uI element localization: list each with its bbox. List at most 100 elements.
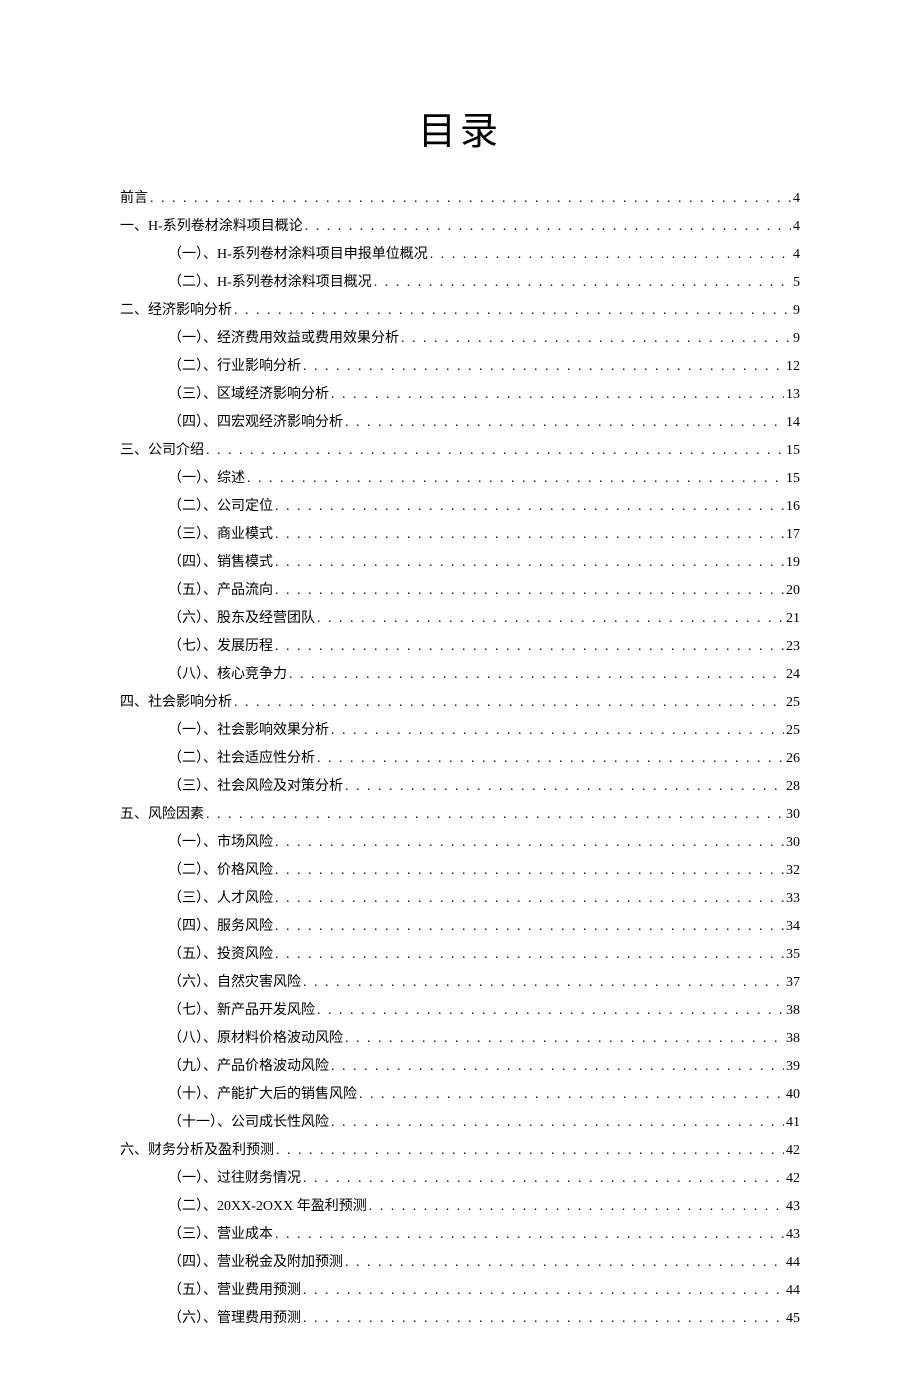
toc-entry-label: （五）、产品流向 xyxy=(168,577,273,605)
toc-entry: （二）、社会适应性分析26 xyxy=(120,745,800,773)
toc-dot-leader xyxy=(247,465,784,493)
toc-dot-leader xyxy=(345,773,784,801)
toc-dot-leader xyxy=(275,885,784,913)
toc-entry-page: 5 xyxy=(793,269,800,297)
toc-title: 目录 xyxy=(120,100,800,155)
toc-entry-page: 44 xyxy=(786,1249,800,1277)
toc-entry: （一）、市场风险30 xyxy=(120,829,800,857)
toc-entry-label: 二、经济影响分析 xyxy=(120,297,232,325)
toc-dot-leader xyxy=(150,185,791,213)
toc-dot-leader xyxy=(317,745,784,773)
toc-entry: （二）、20XX-2OXX 年盈利预测43 xyxy=(120,1193,800,1221)
toc-dot-leader xyxy=(206,437,784,465)
toc-entry: （九）、产品价格波动风险39 xyxy=(120,1053,800,1081)
toc-entry-label: （十一）、公司成长性风险 xyxy=(168,1109,329,1137)
toc-entry-label: 前言 xyxy=(120,185,148,213)
toc-entry: （五）、产品流向 20 xyxy=(120,577,800,605)
toc-entry-label: （八）、核心竞争力 xyxy=(168,661,287,689)
toc-entry-page: 25 xyxy=(786,717,800,745)
toc-entry-label: 三、公司介绍 xyxy=(120,437,204,465)
toc-entry-page: 42 xyxy=(786,1137,800,1165)
toc-entry-page: 4 xyxy=(793,185,800,213)
toc-dot-leader xyxy=(305,213,791,241)
toc-dot-leader xyxy=(234,297,791,325)
toc-dot-leader xyxy=(289,661,784,689)
toc-entry-label: （一）、社会影响效果分析 xyxy=(168,717,329,745)
toc-entry: （八）、核心竞争力24 xyxy=(120,661,800,689)
toc-entry-page: 34 xyxy=(786,913,800,941)
toc-entry-label: （一）、市场风险 xyxy=(168,829,273,857)
toc-entry-page: 43 xyxy=(786,1221,800,1249)
toc-entry-label: （二）、20XX-2OXX 年盈利预测 xyxy=(168,1193,367,1221)
toc-entry-page: 30 xyxy=(786,801,800,829)
toc-dot-leader xyxy=(275,913,784,941)
toc-dot-leader xyxy=(275,493,784,521)
toc-dot-leader xyxy=(275,857,784,885)
toc-dot-leader xyxy=(275,941,784,969)
toc-entry-label: （十）、产能扩大后的销售风险 xyxy=(168,1081,357,1109)
toc-entry-label: （六）、股东及经营团队 xyxy=(168,605,315,633)
toc-entry: 三、公司介绍 15 xyxy=(120,437,800,465)
toc-dot-leader xyxy=(275,1221,784,1249)
toc-entry: （三）、人才风险 33 xyxy=(120,885,800,913)
toc-entry-label: 五、风险因素 xyxy=(120,801,204,829)
toc-entry-page: 25 xyxy=(786,689,800,717)
toc-entry-label: （四）、四宏观经济影响分析 xyxy=(168,409,343,437)
toc-entry-label: （一）、综述 xyxy=(168,465,245,493)
toc-entry-page: 26 xyxy=(786,745,800,773)
toc-entry: （五）、投资风险35 xyxy=(120,941,800,969)
toc-entry: 二、经济影响分析 9 xyxy=(120,297,800,325)
toc-entry: （三）、营业成本43 xyxy=(120,1221,800,1249)
toc-entry-label: （七）、发展历程 xyxy=(168,633,273,661)
toc-entry-label: （二）、H-系列卷材涂料项目概况 xyxy=(168,269,372,297)
toc-entry-label: 一、H-系列卷材涂料项目概论 xyxy=(120,213,303,241)
toc-entry: （十）、产能扩大后的销售风险 40 xyxy=(120,1081,800,1109)
toc-entry-page: 19 xyxy=(786,549,800,577)
toc-entry: 五、风险因素 30 xyxy=(120,801,800,829)
toc-entry-page: 16 xyxy=(786,493,800,521)
toc-entry-page: 4 xyxy=(793,213,800,241)
toc-entry-page: 12 xyxy=(786,353,800,381)
toc-entry-page: 38 xyxy=(786,1025,800,1053)
toc-entry-page: 28 xyxy=(786,773,800,801)
toc-entry-page: 40 xyxy=(786,1081,800,1109)
toc-entry-label: （六）、管理费用预测 xyxy=(168,1305,301,1333)
toc-entry: （六）、管理费用预测 45 xyxy=(120,1305,800,1333)
toc-entry-page: 45 xyxy=(786,1305,800,1333)
toc-entry: （四）、服务风险34 xyxy=(120,913,800,941)
toc-entry: 一、H-系列卷材涂料项目概论 4 xyxy=(120,213,800,241)
toc-entry-page: 9 xyxy=(793,297,800,325)
toc-entry: （二）、价格风险32 xyxy=(120,857,800,885)
toc-entry-page: 14 xyxy=(786,409,800,437)
toc-entry-label: （一）、H-系列卷材涂料项目申报单位概况 xyxy=(168,241,428,269)
toc-entry-label: （三）、人才风险 xyxy=(168,885,273,913)
toc-entry-label: （八）、原材料价格波动风险 xyxy=(168,1025,343,1053)
toc-entry: （一）、过往财务情况42 xyxy=(120,1165,800,1193)
toc-dot-leader xyxy=(430,241,791,269)
toc-entry-label: （二）、价格风险 xyxy=(168,857,273,885)
toc-entry-page: 23 xyxy=(786,633,800,661)
toc-entry: （六）、自然灾害风险37 xyxy=(120,969,800,997)
toc-dot-leader xyxy=(317,605,784,633)
toc-dot-leader xyxy=(317,997,784,1025)
toc-entry: （八）、原材料价格波动风险 38 xyxy=(120,1025,800,1053)
toc-entry-label: （一）、过往财务情况 xyxy=(168,1165,301,1193)
toc-dot-leader xyxy=(303,1305,784,1333)
toc-entry-label: （三）、区域经济影响分析 xyxy=(168,381,329,409)
toc-entry-page: 39 xyxy=(786,1053,800,1081)
toc-entry: （一）、综述15 xyxy=(120,465,800,493)
toc-entry-label: （五）、投资风险 xyxy=(168,941,273,969)
toc-entry-page: 15 xyxy=(786,437,800,465)
toc-entry-page: 4 xyxy=(793,241,800,269)
toc-dot-leader xyxy=(275,829,784,857)
toc-entry-page: 33 xyxy=(786,885,800,913)
toc-entry-page: 38 xyxy=(786,997,800,1025)
toc-dot-leader xyxy=(345,409,784,437)
toc-entry-label: （六）、自然灾害风险 xyxy=(168,969,301,997)
toc-entry-page: 20 xyxy=(786,577,800,605)
toc-entry: （七）、新产品开发风险38 xyxy=(120,997,800,1025)
toc-entry-page: 21 xyxy=(786,605,800,633)
toc-entry-page: 17 xyxy=(786,521,800,549)
toc-entry-label: （二）、公司定位 xyxy=(168,493,273,521)
toc-entry: （七）、发展历程 23 xyxy=(120,633,800,661)
